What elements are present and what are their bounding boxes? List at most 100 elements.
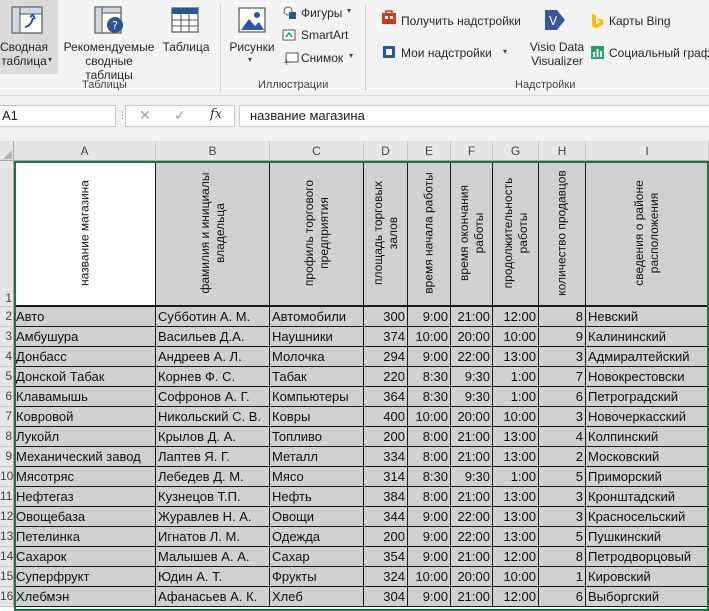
table-cell[interactable]: 12:00 <box>493 587 539 607</box>
column-header-h[interactable]: H <box>539 141 586 161</box>
table-cell[interactable]: 20:00 <box>451 327 493 347</box>
row-header[interactable]: 12 <box>0 507 14 527</box>
table-cell[interactable]: Кузнецов Т.П. <box>156 487 270 507</box>
row-header[interactable]: 3 <box>0 327 14 347</box>
table-cell[interactable]: Сахар <box>270 547 364 567</box>
table-cell[interactable]: 3 <box>539 507 586 527</box>
row-header[interactable]: 5 <box>0 367 14 387</box>
table-cell[interactable]: Овощи <box>270 507 364 527</box>
table-cell[interactable]: 21:00 <box>451 587 493 607</box>
table-cell[interactable]: Лаптев Я. Г. <box>156 447 270 467</box>
table-cell[interactable]: Никольский С. В. <box>156 407 270 427</box>
cancel-icon[interactable]: ✕ <box>139 107 151 124</box>
table-cell[interactable]: 10:00 <box>408 327 451 347</box>
table-cell[interactable]: Авто <box>14 307 156 327</box>
column-header-a[interactable]: A <box>14 141 156 161</box>
table-cell[interactable]: Наушники <box>270 327 364 347</box>
formula-input[interactable]: название магазина <box>239 105 709 127</box>
table-cell[interactable]: Московский <box>586 447 709 467</box>
table-cell[interactable]: 9:00 <box>408 307 451 327</box>
table-cell[interactable]: Овощебаза <box>14 507 156 527</box>
shapes-button[interactable]: Фигуры <box>301 6 342 20</box>
table-cell[interactable]: 3 <box>539 347 586 367</box>
table-cell[interactable]: Металл <box>270 447 364 467</box>
table-cell[interactable]: Донбасс <box>14 347 156 367</box>
table-cell[interactable]: 13:00 <box>493 507 539 527</box>
table-cell[interactable]: 354 <box>364 547 408 567</box>
shapes-dropdown-icon[interactable]: ▾ <box>347 6 351 15</box>
enter-icon[interactable]: ✓ <box>174 107 186 124</box>
table-cell[interactable]: 13:00 <box>493 347 539 367</box>
header-cell[interactable]: площадь торговых залов <box>364 161 408 307</box>
table-cell[interactable]: 1:00 <box>493 467 539 487</box>
row-header[interactable]: 4 <box>0 347 14 367</box>
header-cell[interactable]: профиль торгового предприятия <box>270 161 364 307</box>
table-cell[interactable]: 8 <box>539 307 586 327</box>
my-addins-dropdown-icon[interactable]: ▾ <box>503 47 507 56</box>
table-cell[interactable]: Новочеркасский <box>586 407 709 427</box>
table-cell[interactable]: 2 <box>539 447 586 467</box>
table-cell[interactable]: 13:00 <box>493 527 539 547</box>
row-header[interactable]: 8 <box>0 427 14 447</box>
table-cell[interactable]: 8:30 <box>408 387 451 407</box>
table-cell[interactable]: Петелинка <box>14 527 156 547</box>
table-cell[interactable]: 9:30 <box>451 367 493 387</box>
table-cell[interactable]: Амбушура <box>14 327 156 347</box>
table-cell[interactable]: 1:00 <box>493 367 539 387</box>
table-cell[interactable]: Петроградский <box>586 387 709 407</box>
table-cell[interactable]: 12:00 <box>493 307 539 327</box>
table-cell[interactable]: 21:00 <box>451 307 493 327</box>
table-cell[interactable]: 8:30 <box>408 467 451 487</box>
table-cell[interactable]: 20:00 <box>451 567 493 587</box>
table-cell[interactable]: Невский <box>586 307 709 327</box>
table-cell[interactable]: Мясо <box>270 467 364 487</box>
screenshot-dropdown-icon[interactable]: ▾ <box>349 51 353 60</box>
table-cell[interactable]: 10:00 <box>493 567 539 587</box>
table-cell[interactable]: 1 <box>539 567 586 587</box>
table-cell[interactable]: 4 <box>539 427 586 447</box>
worksheet-grid[interactable]: A B C D E F G H I 1 название магазина фамилия и ини… <box>0 141 709 611</box>
row-header[interactable]: 13 <box>0 527 14 547</box>
table-cell[interactable]: Донской Табак <box>14 367 156 387</box>
table-cell[interactable]: Одежда <box>270 527 364 547</box>
table-cell[interactable]: 21:00 <box>451 447 493 467</box>
screenshot-button[interactable]: Снимок <box>301 51 343 65</box>
table-cell[interactable]: 364 <box>364 387 408 407</box>
table-cell[interactable]: 334 <box>364 447 408 467</box>
table-cell[interactable]: 314 <box>364 467 408 487</box>
table-cell[interactable]: 9:00 <box>408 347 451 367</box>
column-header-e[interactable]: E <box>408 141 451 161</box>
row-header[interactable]: 1 <box>0 161 14 307</box>
table-cell[interactable]: Клавамышь <box>14 387 156 407</box>
table-cell[interactable]: 13:00 <box>493 487 539 507</box>
table-cell[interactable]: 10:00 <box>408 407 451 427</box>
table-cell[interactable]: Васильев Д.А. <box>156 327 270 347</box>
table-cell[interactable]: Адмиралтейский <box>586 347 709 367</box>
column-header-b[interactable]: B <box>156 141 270 161</box>
header-cell[interactable]: время окончания работы <box>451 161 493 307</box>
table-cell[interactable]: Нефть <box>270 487 364 507</box>
table-cell[interactable]: Мясотряс <box>14 467 156 487</box>
table-cell[interactable]: 9:30 <box>451 467 493 487</box>
table-cell[interactable]: 21:00 <box>451 547 493 567</box>
smartart-button[interactable]: SmartArt <box>301 28 348 42</box>
insert-function-button[interactable]: fx <box>210 107 222 122</box>
table-cell[interactable]: Лебедев Д. М. <box>156 467 270 487</box>
table-cell[interactable]: Хлебмэн <box>14 587 156 607</box>
table-cell[interactable]: 6 <box>539 387 586 407</box>
table-cell[interactable]: Кронштадский <box>586 487 709 507</box>
bing-maps-button[interactable]: Карты Bing <box>609 14 671 28</box>
table-cell[interactable]: 9 <box>539 327 586 347</box>
table-cell[interactable]: Суперфрукт <box>14 567 156 587</box>
table-cell[interactable]: 8:00 <box>408 487 451 507</box>
table-cell[interactable]: Хлеб <box>270 587 364 607</box>
table-cell[interactable]: 384 <box>364 487 408 507</box>
table-cell[interactable]: Фрукты <box>270 567 364 587</box>
header-cell[interactable]: время начала работы <box>408 161 451 307</box>
table-cell[interactable]: 9:00 <box>408 527 451 547</box>
table-cell[interactable]: Афанасьев А. К. <box>156 587 270 607</box>
table-cell[interactable]: 6 <box>539 587 586 607</box>
table-cell[interactable]: Компьютеры <box>270 387 364 407</box>
table-cell[interactable]: 304 <box>364 587 408 607</box>
table-cell[interactable]: 22:00 <box>451 347 493 367</box>
